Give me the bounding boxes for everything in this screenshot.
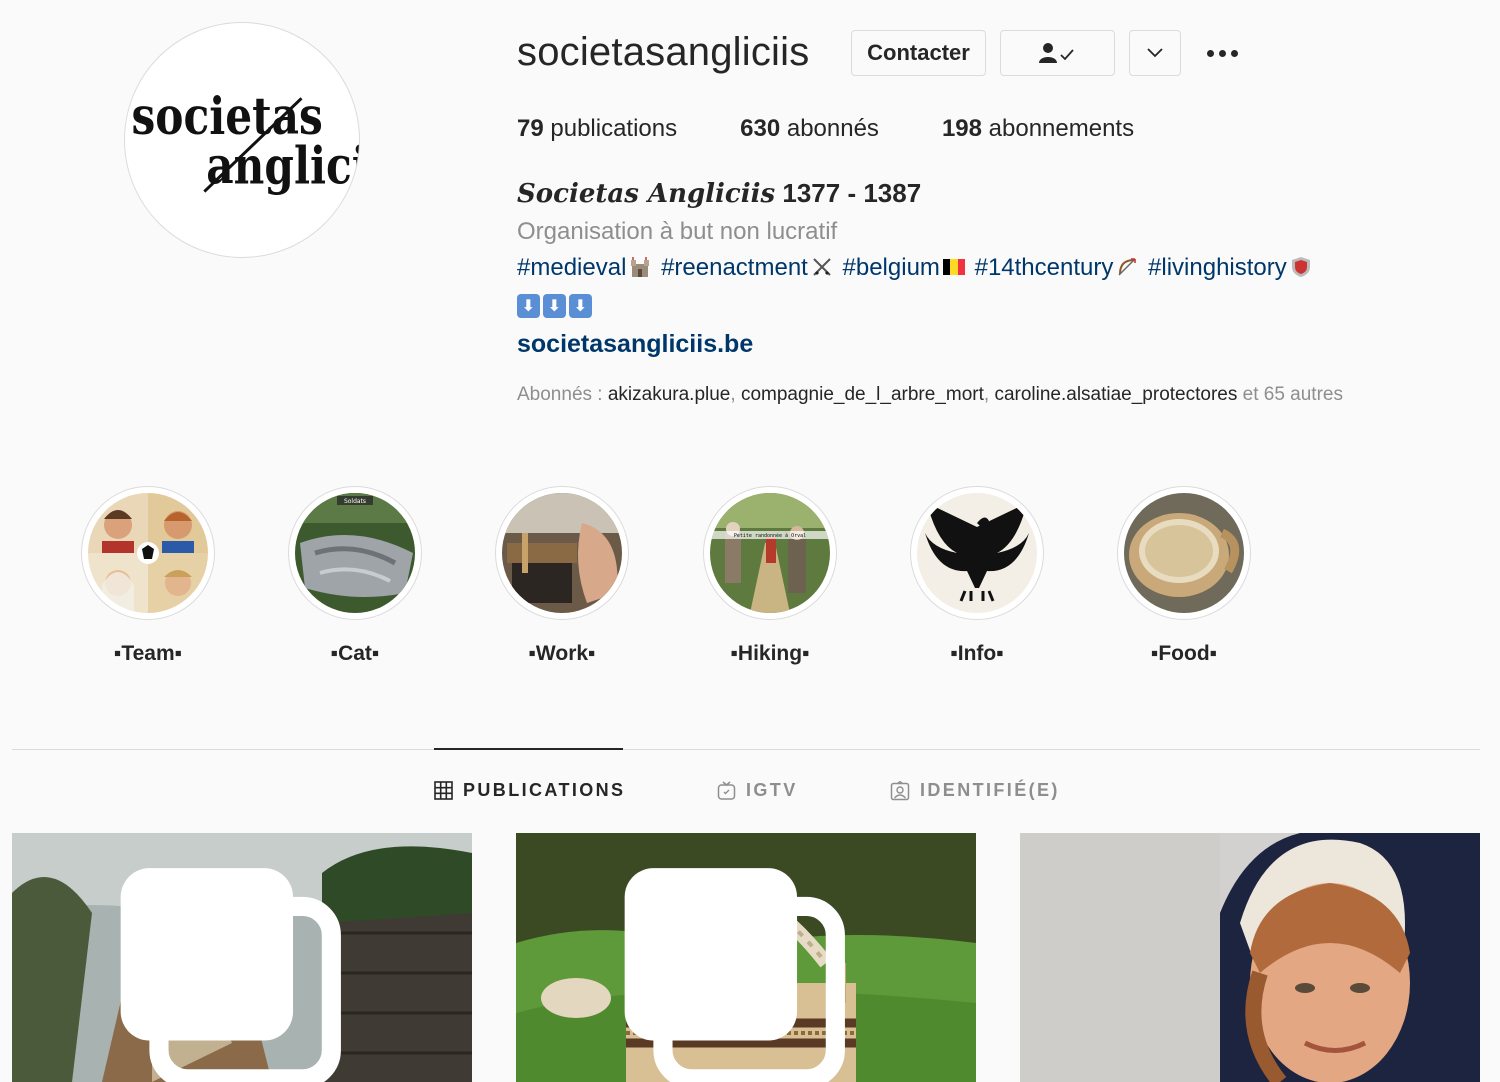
post-thumbnail[interactable] [516, 833, 976, 1082]
highlight-team[interactable]: ▪Team▪ [81, 486, 215, 666]
more-options-button[interactable] [1200, 38, 1244, 68]
tagged-icon [890, 780, 910, 800]
eagle-icon [917, 493, 1037, 613]
active-tab-indicator [434, 748, 623, 750]
svg-text:Petite randonnée à Orval: Petite randonnée à Orval [734, 532, 806, 539]
highlight-cover: Petite randonnée à Orval [710, 493, 830, 613]
tabs-divider [12, 749, 1480, 750]
multiple-photos-icon [120, 868, 341, 1082]
tab-igtv[interactable]: IGTV [717, 780, 798, 801]
igtv-icon [717, 781, 736, 800]
multiple-photos-icon [624, 868, 845, 1082]
grid-icon [434, 781, 453, 800]
dot-icon [1218, 49, 1226, 57]
post-thumbnail[interactable] [1020, 833, 1480, 1082]
profile-stats: 79 publications 630 abonnés 198 abonneme… [517, 115, 1197, 143]
suggestions-dropdown-button[interactable] [1129, 30, 1181, 76]
hashtag-link[interactable]: #14thcentury [975, 254, 1114, 281]
profile-bio: #medieval #reenactment #belgium #14thcen… [517, 254, 1417, 282]
arrow-emojis: ⬇ ⬇ ⬇ [517, 294, 592, 318]
profile-full-name: Societas Angliciis 1377 - 1387 [517, 178, 922, 209]
highlight-cover: Soldats [295, 493, 415, 613]
highlight-cover [917, 493, 1037, 613]
hashtag-link[interactable]: #belgium [843, 254, 940, 281]
highlight-work[interactable]: ▪Work▪ [495, 486, 629, 666]
dot-icon [1206, 49, 1214, 57]
tab-tagged[interactable]: IDENTIFIÉ(E) [890, 780, 1060, 801]
profile-avatar[interactable]: societas angliciis [124, 22, 360, 258]
followers-count[interactable]: 630 abonnés [740, 115, 879, 143]
bow-and-arrow-icon [1118, 258, 1137, 276]
shield-icon [1291, 257, 1310, 277]
followed-by[interactable]: Abonnés : akizakura.plue, compagnie_de_l… [517, 384, 1343, 406]
crossed-swords-icon [813, 258, 831, 276]
profile-username: societasangliciis [517, 30, 810, 74]
highlight-food[interactable]: ▪Food▪ [1117, 486, 1251, 666]
highlight-cover [88, 493, 208, 613]
contact-button[interactable]: Contacter [851, 30, 986, 76]
highlight-cat[interactable]: Soldats ▪Cat▪ [288, 486, 422, 666]
down-arrow-icon: ⬇ [569, 294, 592, 318]
societas-logo: societas angliciis [132, 87, 359, 197]
hashtag-link[interactable]: #medieval [517, 254, 626, 281]
highlight-label: ▪Team▪ [113, 642, 183, 665]
hashtag-link[interactable]: #reenactment [661, 254, 808, 281]
highlight-hiking[interactable]: Petite randonnée à Orval ▪Hiking▪ [703, 486, 837, 666]
highlight-cover [502, 493, 622, 613]
svg-text:Soldats: Soldats [344, 498, 366, 505]
highlight-cover [1124, 493, 1244, 613]
highlight-label: ▪Hiking▪ [730, 642, 810, 665]
user-check-icon [1038, 43, 1074, 63]
tab-publications[interactable]: PUBLICATIONS [434, 780, 625, 801]
dot-icon [1230, 49, 1238, 57]
following-count[interactable]: 198 abonnements [942, 115, 1134, 143]
down-arrow-icon: ⬇ [543, 294, 566, 318]
down-arrow-icon: ⬇ [517, 294, 540, 318]
chevron-down-icon [1147, 48, 1163, 58]
post-thumbnail[interactable] [12, 833, 472, 1082]
following-button[interactable] [1000, 30, 1115, 76]
highlight-label: ▪Work▪ [528, 642, 596, 665]
posts-count: 79 publications [517, 115, 678, 142]
highlight-info[interactable]: ▪Info▪ [910, 486, 1044, 666]
hashtag-link[interactable]: #livinghistory [1148, 254, 1287, 281]
highlight-label: ▪Cat▪ [330, 642, 380, 665]
highlight-label: ▪Info▪ [950, 642, 1004, 665]
profile-category: Organisation à but non lucratif [517, 218, 838, 245]
highlight-label: ▪Food▪ [1150, 642, 1218, 665]
belgium-flag-icon [942, 259, 965, 275]
profile-website-link[interactable]: societasangliciis.be [517, 330, 753, 359]
svg-text:angliciis: angliciis [206, 137, 359, 197]
castle-icon [631, 257, 650, 277]
